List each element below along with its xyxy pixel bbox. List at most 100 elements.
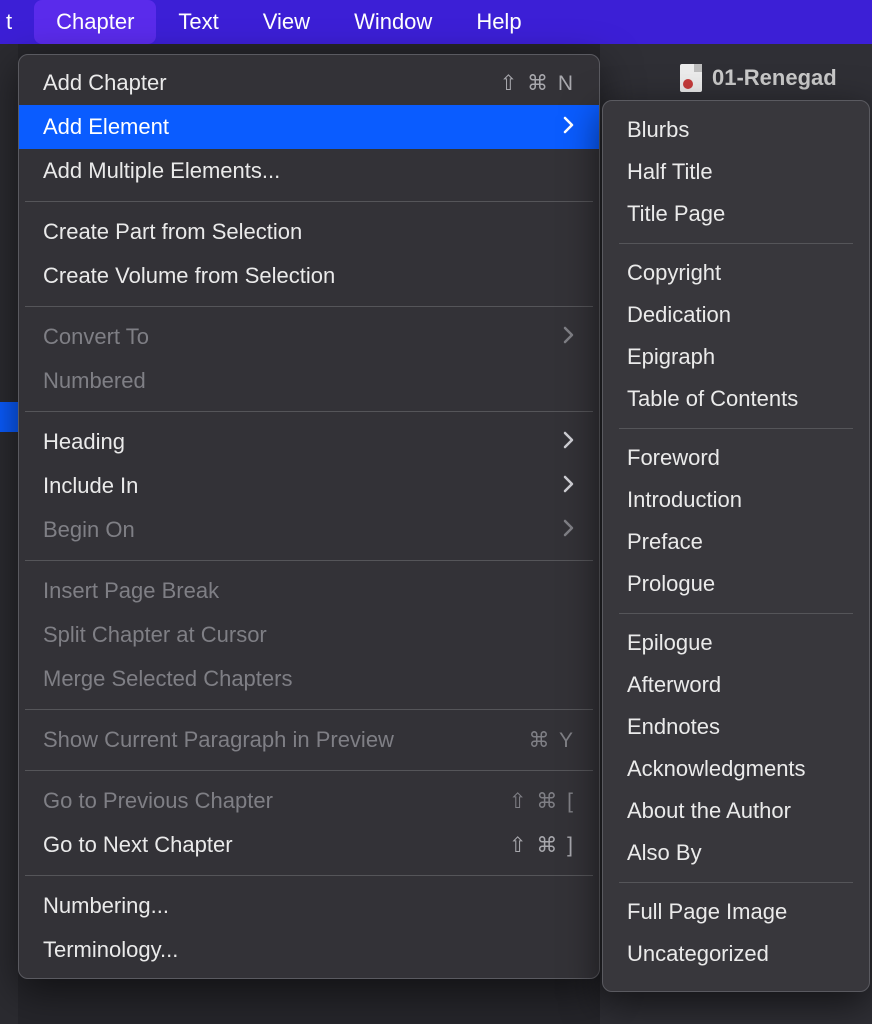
submenu-item-blurbs[interactable]: Blurbs bbox=[603, 109, 869, 151]
add-element-submenu: Blurbs Half Title Title Page Copyright Dedic… bbox=[602, 100, 870, 992]
menu-item-label: Insert Page Break bbox=[43, 578, 575, 604]
submenu-item-label: Table of Contents bbox=[627, 386, 798, 412]
submenu-item-label: Copyright bbox=[627, 260, 721, 286]
submenu-item-label: Also By bbox=[627, 840, 702, 866]
menu-separator bbox=[25, 411, 593, 412]
menu-item-truncated[interactable]: t bbox=[0, 0, 34, 44]
submenu-item-half-title[interactable]: Half Title bbox=[603, 151, 869, 193]
menu-item-label: Convert To bbox=[43, 324, 557, 350]
submenu-item-epilogue[interactable]: Epilogue bbox=[603, 622, 869, 664]
submenu-item-label: Prologue bbox=[627, 571, 715, 597]
menu-item-insert-page-break: Insert Page Break bbox=[19, 569, 599, 613]
submenu-indicator bbox=[557, 429, 575, 455]
menu-item-label: Numbered bbox=[43, 368, 575, 394]
submenu-item-label: Afterword bbox=[627, 672, 721, 698]
submenu-item-label: Uncategorized bbox=[627, 941, 769, 967]
submenu-item-label: Epilogue bbox=[627, 630, 713, 656]
menu-item-label: Create Part from Selection bbox=[43, 219, 575, 245]
menu-item-label: Go to Previous Chapter bbox=[43, 788, 509, 814]
menu-item-view[interactable]: View bbox=[241, 0, 332, 44]
menu-item-shortcut: ⇧ ⌘ N bbox=[500, 71, 575, 96]
menu-item-create-volume-from-selection[interactable]: Create Volume from Selection bbox=[19, 254, 599, 298]
submenu-separator bbox=[619, 882, 853, 883]
submenu-item-also-by[interactable]: Also By bbox=[603, 832, 869, 874]
submenu-item-dedication[interactable]: Dedication bbox=[603, 294, 869, 336]
submenu-item-preface[interactable]: Preface bbox=[603, 521, 869, 563]
menu-item-add-chapter[interactable]: Add Chapter⇧ ⌘ N bbox=[19, 61, 599, 105]
menu-separator bbox=[25, 306, 593, 307]
submenu-item-title-page[interactable]: Title Page bbox=[603, 193, 869, 235]
submenu-item-prologue[interactable]: Prologue bbox=[603, 563, 869, 605]
menu-item-go-to-previous-chapter: Go to Previous Chapter⇧ ⌘ [ bbox=[19, 779, 599, 823]
chevron-right-icon bbox=[563, 475, 575, 493]
submenu-item-introduction[interactable]: Introduction bbox=[603, 479, 869, 521]
submenu-item-label: Dedication bbox=[627, 302, 731, 328]
menu-separator bbox=[25, 770, 593, 771]
menu-item-numbering[interactable]: Numbering... bbox=[19, 884, 599, 928]
document-title: 01-Renegad bbox=[712, 65, 837, 91]
menu-item-label: Terminology... bbox=[43, 937, 575, 963]
menu-item-include-in[interactable]: Include In bbox=[19, 464, 599, 508]
submenu-item-endnotes[interactable]: Endnotes bbox=[603, 706, 869, 748]
submenu-indicator bbox=[557, 324, 575, 350]
submenu-indicator bbox=[557, 114, 575, 140]
menu-item-add-element[interactable]: Add Element bbox=[19, 105, 599, 149]
menu-item-label: Begin On bbox=[43, 517, 557, 543]
submenu-item-label: Preface bbox=[627, 529, 703, 555]
menu-item-convert-to: Convert To bbox=[19, 315, 599, 359]
submenu-item-table-of-contents[interactable]: Table of Contents bbox=[603, 378, 869, 420]
menu-item-label: Add Chapter bbox=[43, 70, 500, 96]
submenu-item-full-page-image[interactable]: Full Page Image bbox=[603, 891, 869, 933]
menu-item-text[interactable]: Text bbox=[156, 0, 240, 44]
menu-item-label: Numbering... bbox=[43, 893, 575, 919]
submenu-item-label: Endnotes bbox=[627, 714, 720, 740]
menu-item-label: Create Volume from Selection bbox=[43, 263, 575, 289]
submenu-item-label: Half Title bbox=[627, 159, 713, 185]
submenu-item-label: Acknowledgments bbox=[627, 756, 806, 782]
menu-item-create-part-from-selection[interactable]: Create Part from Selection bbox=[19, 210, 599, 254]
left-gutter bbox=[0, 44, 18, 1024]
menu-item-label: Include In bbox=[43, 473, 557, 499]
submenu-item-afterword[interactable]: Afterword bbox=[603, 664, 869, 706]
menu-item-add-multiple-elements[interactable]: Add Multiple Elements... bbox=[19, 149, 599, 193]
menu-item-label: Go to Next Chapter bbox=[43, 832, 509, 858]
chevron-right-icon bbox=[563, 519, 575, 537]
menu-separator bbox=[25, 709, 593, 710]
menu-separator bbox=[25, 560, 593, 561]
menu-item-shortcut: ⌘ Y bbox=[529, 728, 575, 753]
menu-separator bbox=[25, 201, 593, 202]
submenu-item-uncategorized[interactable]: Uncategorized bbox=[603, 933, 869, 975]
menu-item-chapter[interactable]: Chapter bbox=[34, 0, 156, 44]
menu-item-window[interactable]: Window bbox=[332, 0, 454, 44]
menu-item-label: Add Element bbox=[43, 114, 557, 140]
document-tab[interactable]: 01-Renegad bbox=[680, 64, 837, 92]
submenu-item-copyright[interactable]: Copyright bbox=[603, 252, 869, 294]
submenu-item-label: Blurbs bbox=[627, 117, 689, 143]
submenu-item-epigraph[interactable]: Epigraph bbox=[603, 336, 869, 378]
submenu-item-label: Introduction bbox=[627, 487, 742, 513]
menu-item-label: Heading bbox=[43, 429, 557, 455]
menu-item-label: Add Multiple Elements... bbox=[43, 158, 575, 184]
menu-item-numbered: Numbered bbox=[19, 359, 599, 403]
submenu-item-about-the-author[interactable]: About the Author bbox=[603, 790, 869, 832]
submenu-item-label: Full Page Image bbox=[627, 899, 787, 925]
workspace: 01-Renegad Add Chapter⇧ ⌘ NAdd ElementAd… bbox=[0, 44, 872, 1024]
menu-item-go-to-next-chapter[interactable]: Go to Next Chapter⇧ ⌘ ] bbox=[19, 823, 599, 867]
chevron-right-icon bbox=[563, 116, 575, 134]
submenu-item-label: Epigraph bbox=[627, 344, 715, 370]
submenu-item-acknowledgments[interactable]: Acknowledgments bbox=[603, 748, 869, 790]
menu-item-label: Merge Selected Chapters bbox=[43, 666, 575, 692]
chapter-menu-dropdown: Add Chapter⇧ ⌘ N Add Element Add Multiple … bbox=[18, 54, 600, 979]
submenu-separator bbox=[619, 613, 853, 614]
menu-item-help[interactable]: Help bbox=[454, 0, 543, 44]
menu-item-merge-selected-chapters: Merge Selected Chapters bbox=[19, 657, 599, 701]
submenu-item-label: Foreword bbox=[627, 445, 720, 471]
menu-item-heading[interactable]: Heading bbox=[19, 420, 599, 464]
menu-item-terminology[interactable]: Terminology... bbox=[19, 928, 599, 972]
menu-item-shortcut: ⇧ ⌘ ] bbox=[509, 833, 575, 858]
menu-item-split-chapter-at-cursor: Split Chapter at Cursor bbox=[19, 613, 599, 657]
submenu-item-foreword[interactable]: Foreword bbox=[603, 437, 869, 479]
menu-item-label: Split Chapter at Cursor bbox=[43, 622, 575, 648]
submenu-indicator bbox=[557, 517, 575, 543]
menu-item-show-current-paragraph-in-preview: Show Current Paragraph in Preview⌘ Y bbox=[19, 718, 599, 762]
